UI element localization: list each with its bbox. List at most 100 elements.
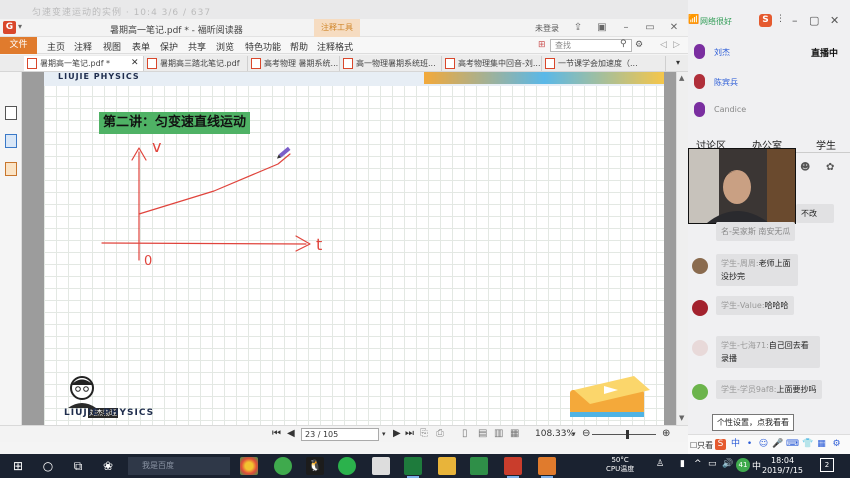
mail-icon[interactable] xyxy=(372,457,390,475)
login-link[interactable]: 未登录 xyxy=(535,23,559,34)
first-page-icon[interactable]: ⏮ xyxy=(272,428,281,439)
zoom-slider-track[interactable] xyxy=(592,434,656,435)
mic-user-row[interactable]: Candice xyxy=(688,98,850,122)
pdf-app-icon[interactable] xyxy=(504,457,522,478)
continuous-view-icon[interactable]: ▤ xyxy=(478,428,487,439)
doc-tab-3[interactable]: 高考物理 暑期系统... xyxy=(248,56,340,71)
clock[interactable]: 18:04 2019/7/15 xyxy=(762,456,803,476)
menu-share[interactable]: 共享 xyxy=(188,40,206,53)
tab-students[interactable]: 学生 xyxy=(816,137,836,152)
more-options-icon[interactable]: ⋮ xyxy=(776,14,785,24)
menu-file[interactable]: 文件 xyxy=(0,37,37,54)
menu-help[interactable]: 帮助 xyxy=(290,40,308,53)
excel-icon[interactable] xyxy=(404,457,422,478)
voice-input-icon[interactable]: 🎤 xyxy=(772,439,783,450)
page-thumbnail-icon[interactable] xyxy=(5,134,17,148)
battery-icon[interactable]: ▮ xyxy=(680,459,685,469)
document-view[interactable]: LIUJIE PHYSICS 第二讲：匀变速直线运动 v t 0 刘杰物理 LI… xyxy=(22,72,688,425)
panel-close-icon[interactable]: ✕ xyxy=(830,14,839,27)
menu-home[interactable]: 主页 xyxy=(47,40,65,53)
menu-comment-format[interactable]: 注释格式 xyxy=(317,40,353,53)
volume-icon[interactable]: 🔊 xyxy=(722,459,733,469)
nav-back-icon[interactable]: ◁ xyxy=(660,40,667,50)
chrome-icon[interactable] xyxy=(240,457,258,475)
menu-browse[interactable]: 浏览 xyxy=(216,40,234,53)
find-icon[interactable]: ⊞ xyxy=(538,40,546,50)
skin-icon[interactable]: ▣ xyxy=(596,22,608,34)
share-icon[interactable]: ⇪ xyxy=(572,22,584,34)
doc-tab-2[interactable]: 暑期高三踏北笔记.pdf xyxy=(144,56,248,71)
comments-panel-icon[interactable] xyxy=(5,162,17,176)
tab-list-dropdown-icon[interactable]: ▾ xyxy=(676,58,680,67)
menu-view[interactable]: 视图 xyxy=(103,40,121,53)
student-avatar[interactable] xyxy=(692,300,708,316)
cortana-icon[interactable]: ○ xyxy=(34,454,62,478)
menu-features[interactable]: 特色功能 xyxy=(245,40,281,53)
export-icon[interactable]: ⎙ xyxy=(436,428,444,439)
taskbar-search-input[interactable]: 我是百度 xyxy=(128,457,230,475)
baidu-icon[interactable]: ❀ xyxy=(94,454,122,478)
prev-page-icon[interactable]: ◀ xyxy=(287,428,295,439)
zoom-slider-thumb[interactable] xyxy=(626,430,630,439)
panel-minimize-icon[interactable]: – xyxy=(792,14,798,27)
display-icon[interactable]: ▭ xyxy=(708,459,717,469)
green-app-icon[interactable] xyxy=(274,457,292,475)
zoom-in-icon[interactable]: ⊕ xyxy=(662,428,670,439)
wechat-icon[interactable] xyxy=(338,457,356,475)
single-page-view-icon[interactable]: ▯ xyxy=(462,428,468,439)
facing-view-icon[interactable]: ▥ xyxy=(494,428,503,439)
ime-lang-icon[interactable]: 中 xyxy=(730,439,741,450)
chat-settings-icon[interactable]: ⚙ xyxy=(831,439,842,450)
zoom-level[interactable]: 108.33% xyxy=(535,429,575,439)
doc-tab-1[interactable]: 暑期高一笔记.pdf * ✕ xyxy=(24,56,144,71)
doc-tab-5[interactable]: 高考物理集中回音-刘... xyxy=(442,56,542,71)
teacher-video-feed[interactable] xyxy=(688,148,796,224)
doc-tab-4[interactable]: 高一物理暑期系统班... xyxy=(340,56,442,71)
security-badge-icon[interactable]: 41 xyxy=(736,458,750,472)
quick-access-dropdown-icon[interactable]: ▾ xyxy=(18,22,22,31)
doc-tab-6[interactable]: 一节课学会加速度（... xyxy=(542,56,666,71)
nav-forward-icon[interactable]: ▷ xyxy=(673,40,680,50)
keyboard-icon[interactable]: ⌨ xyxy=(786,439,799,450)
restore-icon[interactable]: ▭ xyxy=(644,22,656,34)
tray-overflow-icon[interactable]: ^ xyxy=(694,459,702,469)
qq-icon[interactable]: 🐧 xyxy=(306,457,324,475)
zoom-dropdown-icon[interactable]: ▾ xyxy=(572,430,576,438)
spreadsheet-icon[interactable] xyxy=(470,457,488,475)
notification-center-icon[interactable]: 2 xyxy=(820,458,834,472)
context-tab-annotation-tools[interactable]: 注释工具 xyxy=(314,19,360,37)
emoji-input-icon[interactable]: ☺ xyxy=(758,439,769,450)
mic-user-row[interactable]: 陈宾兵 xyxy=(688,70,850,94)
menu-protect[interactable]: 保护 xyxy=(160,40,178,53)
close-window-icon[interactable]: ✕ xyxy=(668,22,680,34)
cpu-temp-widget[interactable]: 50°C CPU温度 xyxy=(606,456,634,474)
zoom-out-icon[interactable]: ⊖ xyxy=(582,428,590,439)
foxit-app-icon[interactable]: G xyxy=(3,21,16,34)
student-avatar[interactable] xyxy=(692,258,708,274)
foxit-taskbar-icon[interactable] xyxy=(538,457,556,478)
mic-user-row[interactable]: 刘杰 直播中 xyxy=(688,40,850,64)
punctuation-icon[interactable]: • xyxy=(744,439,755,450)
panel-maximize-icon[interactable]: ▢ xyxy=(809,14,819,27)
student-avatar[interactable] xyxy=(692,384,708,400)
emoji-icon[interactable]: ☻ xyxy=(800,162,810,173)
folder-icon[interactable] xyxy=(438,457,456,475)
sougou-ime-icon[interactable]: S xyxy=(715,439,726,450)
people-icon[interactable]: ♙ xyxy=(656,459,664,469)
only-see-checkbox[interactable]: ☐只看 xyxy=(690,440,713,451)
vertical-scrollbar[interactable]: ▲ ▼ xyxy=(676,72,688,425)
continuous-facing-view-icon[interactable]: ▦ xyxy=(510,428,519,439)
menu-comment[interactable]: 注释 xyxy=(74,40,92,53)
minimize-icon[interactable]: – xyxy=(620,22,632,34)
bookmark-panel-icon[interactable] xyxy=(5,106,17,120)
search-icon[interactable]: ⚲ xyxy=(620,39,627,49)
last-page-icon[interactable]: ⏭ xyxy=(405,428,414,439)
toolbox-icon[interactable]: ▦ xyxy=(816,439,827,450)
flower-icon[interactable]: ✿ xyxy=(826,162,834,173)
copy-icon[interactable]: ⎘ xyxy=(420,428,428,439)
app-badge-icon[interactable]: S xyxy=(759,14,772,27)
next-page-icon[interactable]: ▶ xyxy=(393,428,401,439)
settings-icon[interactable]: ⚙ xyxy=(635,40,643,50)
task-view-icon[interactable]: ⧉ xyxy=(64,454,92,478)
student-avatar[interactable] xyxy=(692,340,708,356)
